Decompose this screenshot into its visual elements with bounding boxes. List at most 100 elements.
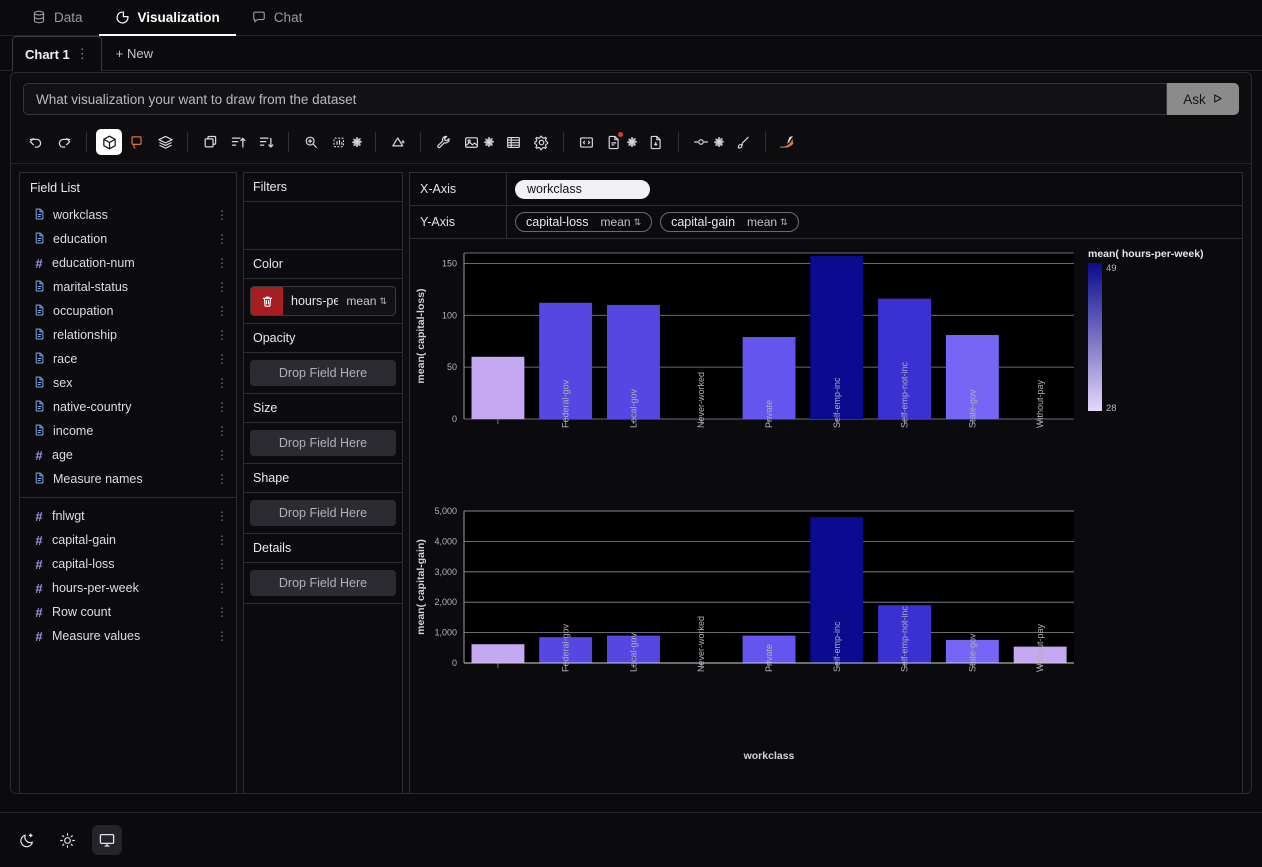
trash-icon[interactable] (251, 287, 283, 315)
y-axis-agg-selector[interactable]: mean ⇅ (747, 215, 788, 229)
field-menu-icon[interactable]: ⋮ (216, 304, 228, 318)
field-row-age[interactable]: # age ⋮ (20, 443, 236, 467)
ask-button[interactable]: Ask (1167, 83, 1239, 115)
field-menu-icon[interactable]: ⋮ (216, 208, 228, 222)
field-row-measure-names[interactable]: Measure names ⋮ (20, 467, 236, 491)
field-row-capital-gain[interactable]: # capital-gain ⋮ (20, 528, 236, 552)
dark-mode-icon[interactable] (12, 825, 42, 855)
resize-canvas-gear-icon[interactable] (350, 131, 364, 153)
field-row-relationship[interactable]: relationship ⋮ (20, 323, 236, 347)
lasso-select-icon[interactable] (124, 129, 150, 155)
y-tick-label: 50 (447, 362, 457, 372)
sort-descending-icon[interactable] (253, 129, 279, 155)
resize-canvas-icon[interactable] (326, 129, 352, 155)
spec-file-gear-icon[interactable] (625, 131, 639, 153)
zoom-icon[interactable] (298, 129, 324, 155)
field-menu-icon[interactable]: ⋮ (216, 352, 228, 366)
nav-tab-visualization[interactable]: Visualization (98, 0, 236, 36)
image-export-gear-icon[interactable] (482, 131, 496, 153)
download-file-icon[interactable] (643, 129, 669, 155)
details-dropzone[interactable]: Drop Field Here (244, 563, 402, 604)
size-drop-label[interactable]: Drop Field Here (250, 430, 396, 456)
field-row-hours-per-week[interactable]: # hours-per-week ⋮ (20, 576, 236, 600)
field-menu-icon[interactable]: ⋮ (216, 328, 228, 342)
layers-stack-icon[interactable] (152, 129, 178, 155)
shape-drop-label[interactable]: Drop Field Here (250, 500, 396, 526)
chart-tab-menu-icon[interactable]: ⋮ (76, 46, 89, 62)
field-row-workclass[interactable]: workclass ⋮ (20, 203, 236, 227)
y-axis-pill-capital-loss[interactable]: capital-loss mean ⇅ (515, 212, 653, 232)
opacity-drop-label[interactable]: Drop Field Here (250, 360, 396, 386)
field-row-occupation[interactable]: occupation ⋮ (20, 299, 236, 323)
nav-tab-chat[interactable]: Chat (236, 0, 319, 36)
field-menu-icon[interactable]: ⋮ (216, 400, 228, 414)
transpose-icon[interactable] (197, 129, 223, 155)
code-icon[interactable] (573, 129, 599, 155)
field-menu-icon[interactable]: ⋮ (216, 232, 228, 246)
cube-icon[interactable] (96, 129, 122, 155)
field-row-education-num[interactable]: # education-num ⋮ (20, 251, 236, 275)
image-export-icon[interactable] (458, 129, 484, 155)
field-row-measure-values[interactable]: # Measure values ⋮ (20, 624, 236, 648)
field-row-native-country[interactable]: native-country ⋮ (20, 395, 236, 419)
opacity-dropzone[interactable]: Drop Field Here (244, 353, 402, 394)
spec-file-icon[interactable] (601, 129, 627, 155)
light-mode-icon[interactable] (52, 825, 82, 855)
size-dropzone[interactable]: Drop Field Here (244, 423, 402, 464)
field-menu-icon[interactable]: ⋮ (216, 280, 228, 294)
field-row-marital-status[interactable]: marital-status ⋮ (20, 275, 236, 299)
settings-gear-icon[interactable] (528, 129, 554, 155)
field-row-education[interactable]: education ⋮ (20, 227, 236, 251)
dimension-icon (34, 279, 45, 295)
dimension-icon (34, 231, 45, 247)
field-menu-icon[interactable]: ⋮ (216, 424, 228, 438)
field-row-sex[interactable]: sex ⋮ (20, 371, 236, 395)
shape-dropzone[interactable]: Drop Field Here (244, 493, 402, 534)
color-field-pill[interactable]: hours-per-... mean ⇅ (250, 286, 396, 316)
axis-scale-icon[interactable] (385, 129, 411, 155)
sort-ascending-icon[interactable] (225, 129, 251, 155)
y-axis-dropzone[interactable]: capital-loss mean ⇅ capital-gain mean ⇅ (506, 205, 1242, 239)
field-menu-icon[interactable]: ⋮ (216, 448, 228, 462)
color-field-label: hours-per-... (291, 294, 338, 308)
chart-tab-chart-1[interactable]: Chart 1 ⋮ (12, 36, 102, 71)
field-menu-icon[interactable]: ⋮ (216, 581, 228, 595)
field-menu-icon[interactable]: ⋮ (216, 376, 228, 390)
field-row-fnlwgt[interactable]: # fnlwgt ⋮ (20, 504, 236, 528)
details-drop-label[interactable]: Drop Field Here (250, 570, 396, 596)
wrench-icon[interactable] (430, 129, 456, 155)
ask-input[interactable] (23, 83, 1167, 115)
charts-svg[interactable]: 0 50 100 150 Federal-gov Local-gov Never-worke… (410, 239, 1222, 794)
y-axis-agg-selector[interactable]: mean ⇅ (601, 215, 642, 229)
x-axis-pill-workclass[interactable]: workclass (515, 179, 650, 199)
kanaries-logo-icon[interactable] (775, 129, 801, 155)
field-row-row-count[interactable]: # Row count ⋮ (20, 600, 236, 624)
color-agg-selector[interactable]: mean ⇅ (338, 287, 395, 315)
color-dropzone[interactable]: hours-per-... mean ⇅ (244, 279, 402, 324)
binning-gear-icon[interactable] (712, 131, 726, 153)
y-axis-pill-capital-gain[interactable]: capital-gain mean ⇅ (660, 212, 799, 232)
filters-dropzone[interactable] (244, 202, 402, 250)
measure-hash-icon: # (35, 556, 43, 572)
field-menu-icon[interactable]: ⋮ (216, 533, 228, 547)
field-menu-icon[interactable]: ⋮ (216, 605, 228, 619)
field-menu-icon[interactable]: ⋮ (216, 472, 228, 486)
binning-icon[interactable] (688, 129, 714, 155)
system-mode-icon[interactable] (92, 825, 122, 855)
redo-icon[interactable] (51, 129, 77, 155)
measure-hash-icon: # (35, 255, 43, 271)
field-menu-icon[interactable]: ⋮ (216, 629, 228, 643)
new-chart-button[interactable]: + New (102, 36, 167, 70)
undo-icon[interactable] (23, 129, 49, 155)
field-row-race[interactable]: race ⋮ (20, 347, 236, 371)
field-row-income[interactable]: income ⋮ (20, 419, 236, 443)
field-label: race (53, 352, 78, 366)
field-row-capital-loss[interactable]: # capital-loss ⋮ (20, 552, 236, 576)
paintbrush-icon[interactable] (730, 129, 756, 155)
field-menu-icon[interactable]: ⋮ (216, 256, 228, 270)
table-icon[interactable] (500, 129, 526, 155)
field-menu-icon[interactable]: ⋮ (216, 557, 228, 571)
x-axis-dropzone[interactable]: workclass (506, 172, 1242, 206)
field-menu-icon[interactable]: ⋮ (216, 509, 228, 523)
nav-tab-data[interactable]: Data (16, 0, 99, 36)
